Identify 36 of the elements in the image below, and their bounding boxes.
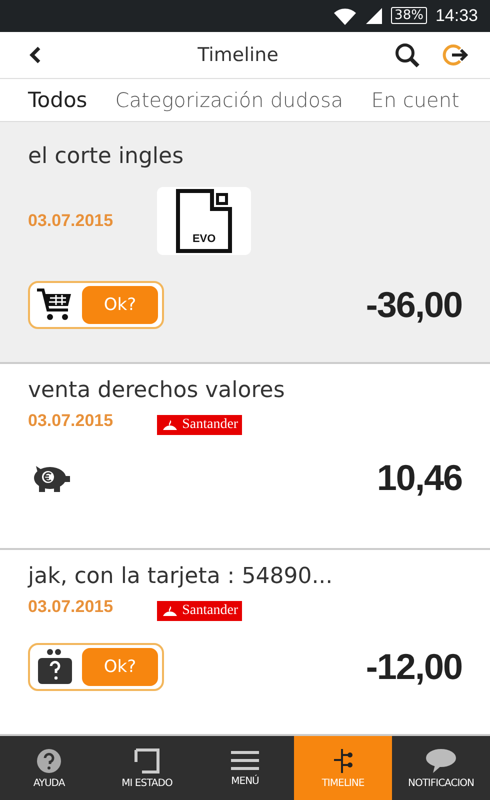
transaction-date: 03.07.2015 xyxy=(28,411,114,432)
timeline-icon xyxy=(332,748,354,774)
chevron-left-icon xyxy=(28,46,42,64)
wallet-question-icon xyxy=(36,648,74,686)
menu-icon xyxy=(231,750,259,772)
transaction-date: 03.07.2015 xyxy=(28,211,114,232)
filter-tab[interactable]: Categorización dudosa xyxy=(115,88,344,112)
transaction-amount: -12,00 xyxy=(366,646,462,688)
signal-icon xyxy=(364,6,383,25)
transaction-amount: 10,46 xyxy=(376,457,462,500)
frame-icon xyxy=(134,748,160,774)
flame-icon xyxy=(161,419,180,432)
transaction-title: venta derechos valores xyxy=(28,378,286,404)
nav-tab[interactable]: NOTIFICACION xyxy=(392,736,490,800)
nav-tab[interactable]: AYUDA xyxy=(0,736,98,800)
clock: 14:33 xyxy=(435,6,478,26)
battery-level: 38% xyxy=(390,7,428,24)
bank-logo: Santander xyxy=(157,415,242,436)
flame-icon xyxy=(161,605,180,618)
bank-logo: Santander xyxy=(157,601,242,622)
transaction-amount: -36,00 xyxy=(366,284,462,326)
screen-title: Timeline xyxy=(196,44,280,66)
transaction-card[interactable]: el corte ingles 03.07.2015 EVO Ok? -36,00 xyxy=(0,122,490,364)
wifi-icon xyxy=(332,6,357,26)
search-icon xyxy=(394,42,420,68)
filter-tab[interactable]: En cuent xyxy=(371,88,460,112)
speech-bubble-icon xyxy=(425,748,457,774)
nav-tab[interactable]: MENÚ xyxy=(196,736,294,800)
transaction-title: jak, con la tarjeta : 54890... xyxy=(28,564,334,590)
help-icon xyxy=(36,748,62,774)
transaction-title: el corte ingles xyxy=(28,144,185,170)
transaction-date: 03.07.2015 xyxy=(28,597,114,618)
nav-tab[interactable]: MI ESTADO xyxy=(98,736,196,800)
bank-logo: EVO xyxy=(157,187,252,256)
logout-icon xyxy=(442,42,470,67)
filter-tab[interactable]: Todos xyxy=(28,88,88,112)
